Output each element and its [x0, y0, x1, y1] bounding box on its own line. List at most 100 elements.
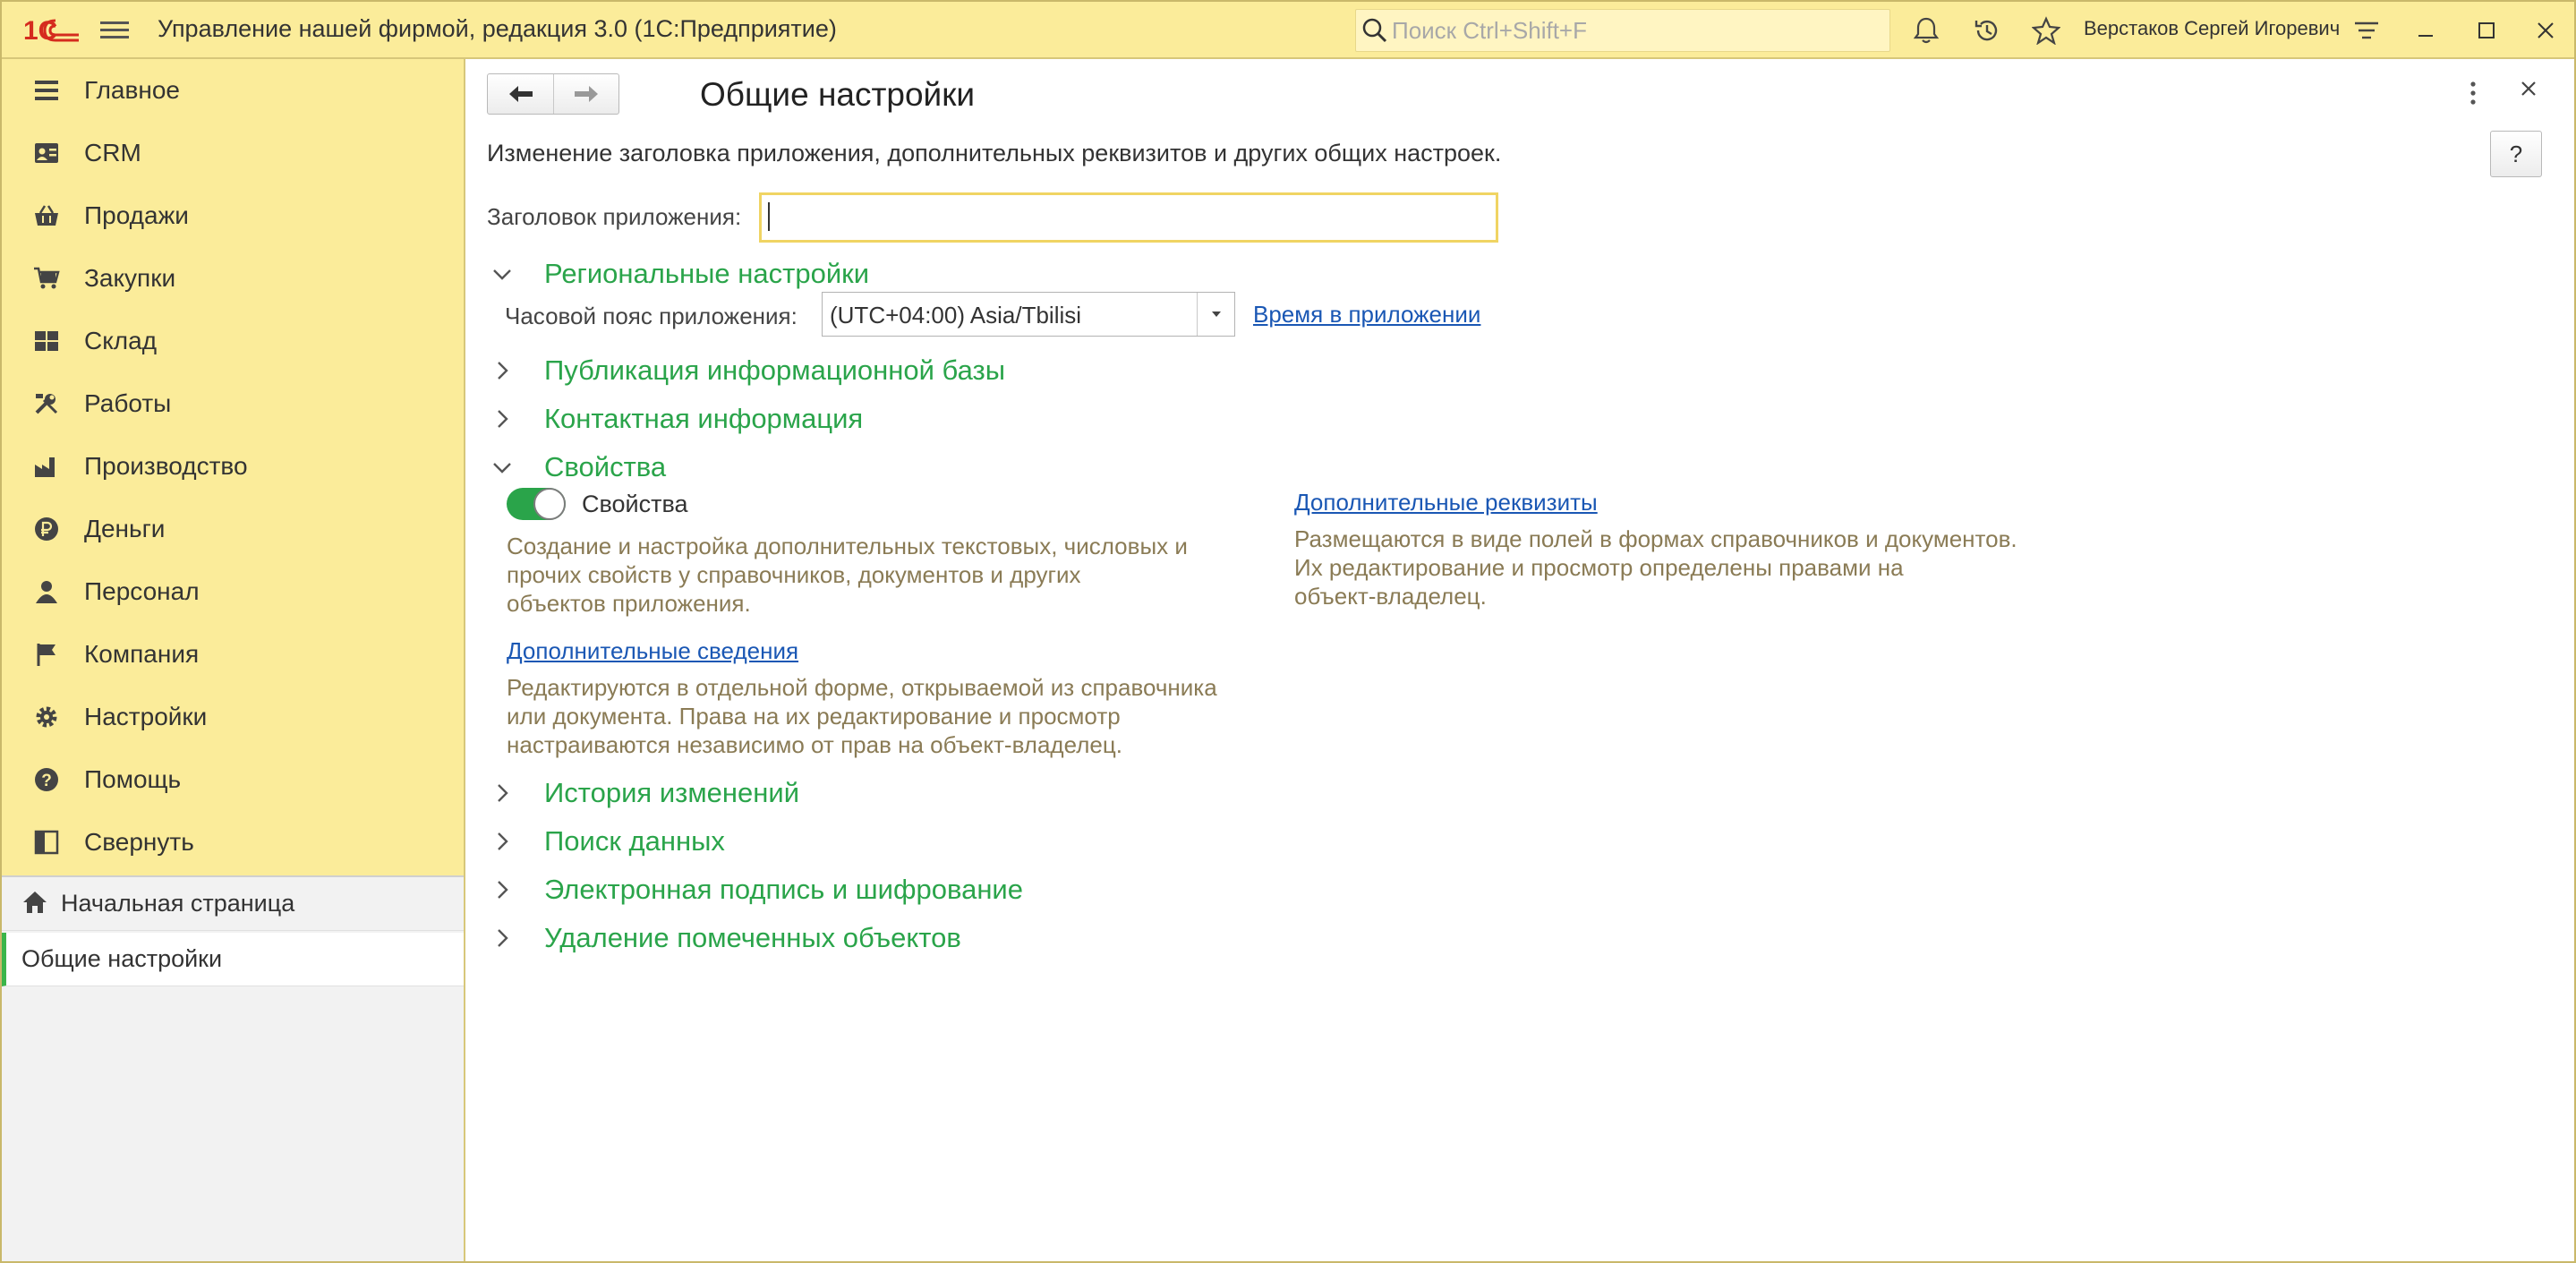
chevron-right-icon: [490, 781, 514, 805]
section-properties[interactable]: Свойства: [490, 448, 666, 487]
dropdown-arrow-icon[interactable]: [1197, 293, 1234, 336]
sidebar-item-warehouse[interactable]: Склад: [2, 310, 464, 372]
open-window-label: Общие настройки: [21, 945, 223, 972]
section-title: Контактная информация: [544, 403, 864, 434]
sidebar-item-help[interactable]: ? Помощь: [2, 748, 464, 811]
sidebar-item-settings[interactable]: Настройки: [2, 686, 464, 748]
bell-icon[interactable]: [1910, 14, 1942, 47]
close-icon[interactable]: [2529, 14, 2562, 47]
sidebar: Главное CRM Продажи Закупки Склад Работы…: [2, 59, 465, 1261]
chevron-right-icon: [490, 359, 514, 382]
section-title: Региональные настройки: [544, 258, 870, 289]
properties-toggle-label: Свойства: [582, 491, 688, 517]
minimize-icon[interactable]: [2410, 14, 2442, 47]
sidebar-item-crm[interactable]: CRM: [2, 122, 464, 184]
help-icon: ?: [32, 765, 61, 794]
flag-icon: [32, 640, 61, 669]
search-icon: [1361, 17, 1388, 48]
sidebar-item-works[interactable]: Работы: [2, 372, 464, 435]
section-signature[interactable]: Электронная подпись и шифрование: [490, 870, 1023, 909]
additional-info-link[interactable]: Дополнительные сведения: [507, 637, 798, 665]
section-title: История изменений: [544, 777, 800, 808]
maximize-icon[interactable]: [2470, 14, 2503, 47]
more-actions-icon[interactable]: [2469, 81, 2478, 110]
additional-info-description: Редактируются в отдельной форме, открыва…: [507, 674, 1217, 758]
star-icon[interactable]: [2030, 14, 2062, 47]
sidebar-item-label: Персонал: [84, 577, 200, 605]
main-panel: Общие настройки ? Изменение заголовка пр…: [467, 59, 2574, 1261]
history-icon[interactable]: [1971, 14, 2003, 47]
chevron-right-icon: [490, 407, 514, 431]
timezone-value: (UTC+04:00) Asia/Tbilisi: [830, 302, 1082, 329]
open-window-general-settings[interactable]: Общие настройки: [2, 933, 464, 986]
search-box[interactable]: [1355, 9, 1890, 52]
sidebar-item-label: Настройки: [84, 703, 208, 730]
sidebar-item-label: Работы: [84, 389, 172, 417]
section-data-search[interactable]: Поиск данных: [490, 822, 725, 861]
app-window: 1С Управление нашей фирмой, редакция 3.0…: [0, 0, 2576, 1263]
user-name[interactable]: Верстаков Сергей Игоревич: [2084, 17, 2340, 40]
app-time-link[interactable]: Время в приложении: [1253, 301, 1480, 329]
chevron-down-icon: [490, 456, 514, 479]
sidebar-item-label: Главное: [84, 76, 180, 104]
section-title: Свойства: [544, 451, 667, 482]
page-title: Общие настройки: [700, 76, 976, 113]
forward-button[interactable]: [553, 74, 618, 114]
sidebar-item-main[interactable]: Главное: [2, 59, 464, 122]
section-regional[interactable]: Региональные настройки: [490, 254, 869, 294]
section-contacts[interactable]: Контактная информация: [490, 399, 863, 439]
sidebar-item-label: Деньги: [84, 515, 166, 542]
form-description: Изменение заголовка приложения, дополнит…: [487, 140, 1502, 166]
sidebar-item-label: Компания: [84, 640, 200, 668]
arrow-right-icon: [575, 86, 598, 102]
person-icon: [32, 577, 61, 606]
open-window-home[interactable]: Начальная страница: [2, 877, 464, 931]
settings-lines-icon[interactable]: [2350, 14, 2383, 47]
arrow-left-icon: [508, 86, 533, 102]
sidebar-item-production[interactable]: Производство: [2, 435, 464, 498]
1c-logo[interactable]: 1С: [20, 13, 82, 48]
close-form-icon[interactable]: [2519, 79, 2538, 103]
home-icon: [21, 890, 48, 921]
help-button[interactable]: ?: [2490, 131, 2542, 177]
timezone-select[interactable]: (UTC+04:00) Asia/Tbilisi: [822, 292, 1235, 337]
gear-icon: [32, 703, 61, 731]
sidebar-item-label: Производство: [84, 452, 248, 480]
timezone-label: Часовой пояс приложения:: [505, 303, 798, 329]
main-menu-icon[interactable]: [98, 18, 131, 43]
title-bar: 1С Управление нашей фирмой, редакция 3.0…: [2, 2, 2574, 59]
sidebar-item-sales[interactable]: Продажи: [2, 184, 464, 247]
sidebar-item-label: Склад: [84, 327, 158, 354]
sidebar-item-money[interactable]: Деньги: [2, 498, 464, 560]
back-button[interactable]: [488, 74, 553, 114]
collapse-icon: [32, 828, 61, 857]
chevron-right-icon: [490, 926, 514, 950]
section-title: Удаление помеченных объектов: [544, 922, 961, 953]
basket-icon: [32, 201, 61, 230]
section-title: Публикация информационной базы: [544, 354, 1005, 386]
contacts-icon: [32, 139, 61, 167]
sidebar-item-company[interactable]: Компания: [2, 623, 464, 686]
sidebar-item-collapse[interactable]: Свернуть: [2, 811, 464, 874]
sidebar-item-label: CRM: [84, 139, 141, 166]
chevron-right-icon: [490, 830, 514, 853]
section-history[interactable]: История изменений: [490, 773, 799, 813]
sidebar-item-label: Помощь: [84, 765, 182, 793]
open-window-label: Начальная страница: [61, 890, 295, 917]
section-deletion[interactable]: Удаление помеченных объектов: [490, 918, 961, 958]
sidebar-item-purchases[interactable]: Закупки: [2, 247, 464, 310]
cart-icon: [32, 264, 61, 293]
warehouse-icon: [32, 327, 61, 355]
search-input[interactable]: [1392, 13, 1875, 47]
additional-attributes-description: Размещаются в виде полей в формах справо…: [1294, 525, 2017, 610]
tools-icon: [32, 389, 61, 418]
sidebar-item-personnel[interactable]: Персонал: [2, 560, 464, 623]
app-title-input[interactable]: [759, 192, 1498, 243]
section-title: Электронная подпись и шифрование: [544, 874, 1023, 905]
additional-attributes-link[interactable]: Дополнительные реквизиты: [1294, 489, 1598, 516]
properties-toggle[interactable]: [507, 488, 566, 520]
app-title-label: Заголовок приложения:: [487, 203, 742, 230]
sidebar-item-label: Свернуть: [84, 828, 194, 856]
section-publication[interactable]: Публикация информационной базы: [490, 351, 1005, 390]
properties-description: Создание и настройка дополнительных текс…: [507, 533, 1188, 617]
